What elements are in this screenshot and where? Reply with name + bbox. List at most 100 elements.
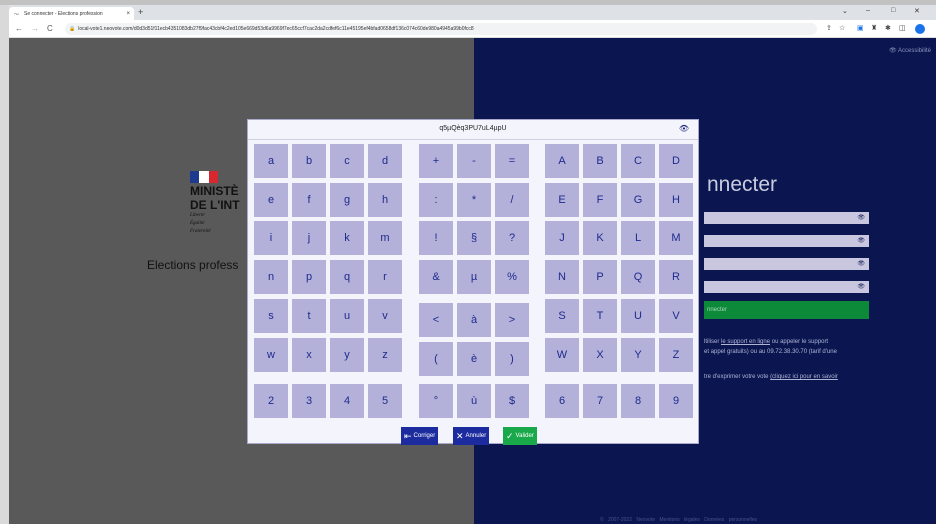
eye-icon[interactable]: 👁 [857, 237, 865, 244]
keyboard-key[interactable]: < [419, 303, 453, 337]
keyboard-key[interactable]: a [254, 144, 288, 178]
keyboard-key[interactable]: Y [621, 338, 655, 372]
keyboard-key[interactable]: 3 [292, 384, 326, 418]
keyboard-key[interactable]: § [457, 221, 491, 255]
keyboard-key[interactable]: N [545, 260, 579, 294]
accessibility-link[interactable]: 👁 Accessibilité [889, 47, 931, 54]
keyboard-key[interactable]: h [368, 183, 402, 217]
keyboard-key[interactable]: G [621, 183, 655, 217]
show-code-eye-icon[interactable]: 👁 [679, 124, 689, 133]
extension-icon[interactable]: ▣ [857, 24, 864, 32]
keyboard-key[interactable]: H [659, 183, 693, 217]
learn-more-link[interactable]: (cliquez ici pour en savoir [770, 374, 838, 380]
keyboard-key[interactable]: : [419, 183, 453, 217]
eye-icon[interactable]: 👁 [857, 260, 865, 267]
keyboard-key[interactable]: P [583, 260, 617, 294]
keyboard-key[interactable]: % [495, 260, 529, 294]
share-icon[interactable]: ⇪ [826, 24, 832, 32]
login-field-3[interactable]: 👁 [704, 258, 869, 270]
keyboard-key[interactable]: u [330, 299, 364, 333]
keyboard-key[interactable]: n [254, 260, 288, 294]
keyboard-key[interactable]: - [457, 144, 491, 178]
browser-tab[interactable]: 〜 Se connecter - Elections profession × [9, 7, 134, 20]
keyboard-key[interactable]: t [292, 299, 326, 333]
maximize-button[interactable]: □ [891, 7, 895, 14]
keyboard-key[interactable]: V [659, 299, 693, 333]
keyboard-key[interactable]: ( [419, 342, 453, 376]
tab-search-icon[interactable]: ⌄ [842, 7, 848, 15]
keyboard-key[interactable]: K [583, 221, 617, 255]
keyboard-key[interactable]: W [545, 338, 579, 372]
keyboard-key[interactable]: e [254, 183, 288, 217]
keyboard-key[interactable]: r [368, 260, 402, 294]
keyboard-key[interactable]: è [457, 342, 491, 376]
keyboard-key[interactable]: L [621, 221, 655, 255]
keyboard-key[interactable]: 8 [621, 384, 655, 418]
star-icon[interactable]: ☆ [839, 24, 845, 32]
correct-button[interactable]: ⇤ Corriger [401, 427, 439, 445]
keyboard-key[interactable]: ° [419, 384, 453, 418]
keyboard-key[interactable]: i [254, 221, 288, 255]
forward-button[interactable]: → [31, 24, 39, 33]
extensions-icon[interactable]: ✱ [885, 24, 891, 32]
keyboard-key[interactable]: p [292, 260, 326, 294]
keyboard-key[interactable]: R [659, 260, 693, 294]
keyboard-key[interactable]: q [330, 260, 364, 294]
keyboard-key[interactable]: C [621, 144, 655, 178]
keyboard-key[interactable]: à [457, 303, 491, 337]
keyboard-key[interactable]: ! [419, 221, 453, 255]
keyboard-key[interactable]: m [368, 221, 402, 255]
url-field[interactable]: 🔒 local-vote1.neovote.com/d0d3d51f11ecb4… [65, 23, 817, 35]
keyboard-key[interactable]: + [419, 144, 453, 178]
keyboard-key[interactable]: b [292, 144, 326, 178]
keyboard-key[interactable]: E [545, 183, 579, 217]
keyboard-key[interactable]: z [368, 338, 402, 372]
keyboard-key[interactable]: w [254, 338, 288, 372]
profile-avatar[interactable] [915, 24, 925, 34]
keyboard-key[interactable]: µ [457, 260, 491, 294]
keyboard-key[interactable]: ? [495, 221, 529, 255]
keyboard-key[interactable]: 2 [254, 384, 288, 418]
keyboard-key[interactable]: / [495, 183, 529, 217]
puzzle-icon[interactable]: ♜ [871, 24, 877, 32]
keyboard-key[interactable]: j [292, 221, 326, 255]
keyboard-key[interactable]: J [545, 221, 579, 255]
keyboard-key[interactable]: g [330, 183, 364, 217]
reload-button[interactable]: C [47, 24, 53, 33]
close-window-button[interactable]: ✕ [914, 7, 920, 15]
keyboard-key[interactable]: v [368, 299, 402, 333]
keyboard-key[interactable]: 7 [583, 384, 617, 418]
keyboard-key[interactable]: s [254, 299, 288, 333]
keyboard-key[interactable]: d [368, 144, 402, 178]
eye-icon[interactable]: 👁 [857, 283, 865, 290]
login-field-4[interactable]: 👁 [704, 281, 869, 293]
keyboard-key[interactable]: Z [659, 338, 693, 372]
keyboard-key[interactable]: D [659, 144, 693, 178]
validate-button[interactable]: ✓ Valider [503, 427, 537, 445]
keyboard-key[interactable]: & [419, 260, 453, 294]
keyboard-key[interactable]: B [583, 144, 617, 178]
keyboard-key[interactable]: 6 [545, 384, 579, 418]
cancel-button[interactable]: ✕ Annuler [453, 427, 490, 445]
keyboard-key[interactable]: ) [495, 342, 529, 376]
keyboard-key[interactable]: $ [495, 384, 529, 418]
keyboard-key[interactable]: x [292, 338, 326, 372]
login-field-1[interactable]: 👁 [704, 212, 869, 224]
keyboard-key[interactable]: = [495, 144, 529, 178]
back-button[interactable]: ← [15, 24, 23, 33]
keyboard-key[interactable]: F [583, 183, 617, 217]
keyboard-key[interactable]: 9 [659, 384, 693, 418]
keyboard-key[interactable]: f [292, 183, 326, 217]
keyboard-key[interactable]: M [659, 221, 693, 255]
new-tab-button[interactable]: + [138, 7, 143, 18]
keyboard-key[interactable]: c [330, 144, 364, 178]
login-field-2[interactable]: 👁 [704, 235, 869, 247]
support-link[interactable]: le support en ligne [721, 339, 770, 345]
tab-close-icon[interactable]: × [126, 11, 130, 17]
keyboard-key[interactable]: > [495, 303, 529, 337]
keyboard-key[interactable]: Q [621, 260, 655, 294]
keyboard-key[interactable]: U [621, 299, 655, 333]
eye-icon[interactable]: 👁 [857, 214, 865, 221]
keyboard-key[interactable]: A [545, 144, 579, 178]
keyboard-key[interactable]: X [583, 338, 617, 372]
